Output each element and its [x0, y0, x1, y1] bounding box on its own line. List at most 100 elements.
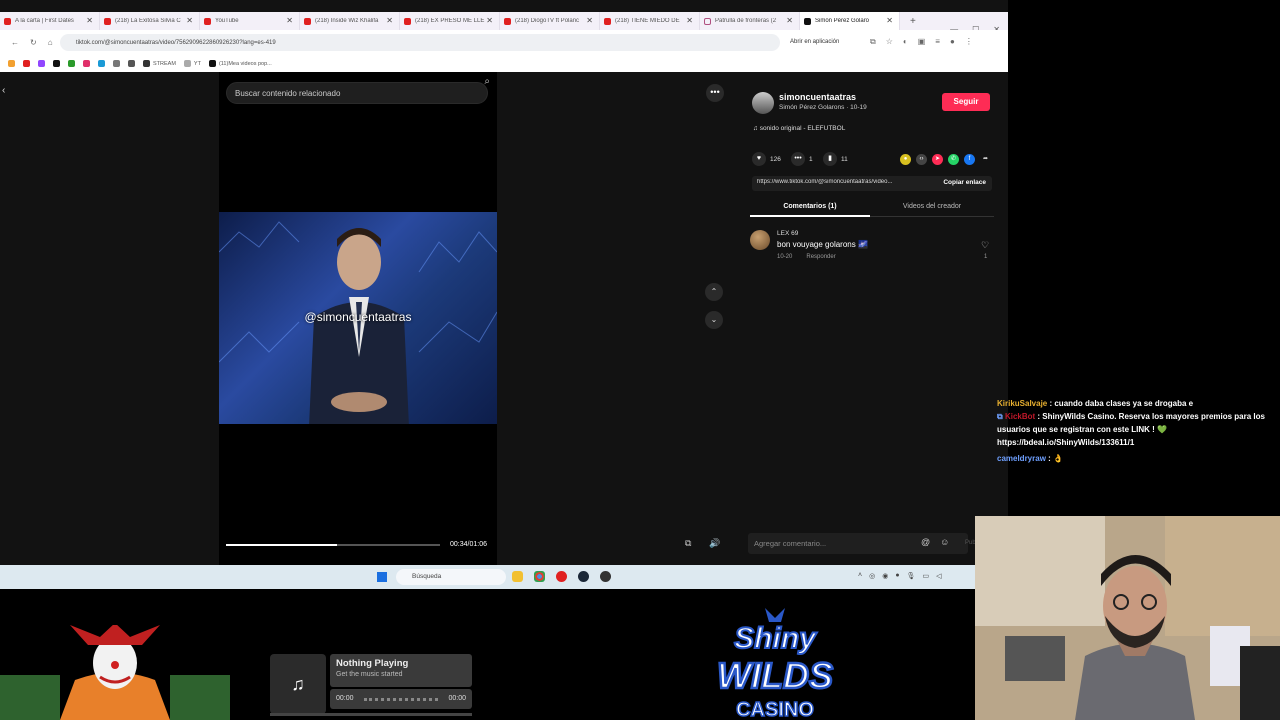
tab-creator-videos[interactable]: Videos del creador — [872, 198, 992, 217]
sound-link[interactable]: ♫ sonido original - ELEFUTBOL — [753, 125, 845, 132]
browser-tab[interactable]: (218) DiogoTV ft Polanc ✕ — [500, 12, 600, 30]
video-time: 00:34/01:06 — [450, 541, 487, 548]
close-icon[interactable]: ✕ — [686, 16, 693, 25]
obs-icon[interactable] — [600, 571, 611, 582]
related-search-input[interactable]: Buscar contenido relacionado — [226, 82, 488, 104]
bookmark-item[interactable]: (11)Mea videos pop... — [208, 60, 272, 67]
more-options-button[interactable]: ••• — [706, 84, 724, 102]
steam-icon[interactable] — [578, 571, 589, 582]
browser-tab[interactable]: (218) EX PRESO ME LLE ✕ — [400, 12, 500, 30]
tray-app-icon[interactable]: ● — [895, 572, 899, 580]
pip-icon[interactable]: ⧉ — [685, 538, 691, 549]
profile-icon[interactable]: ● — [950, 37, 955, 47]
bookmark-item[interactable] — [38, 60, 45, 67]
volume-icon[interactable]: 🔊 — [709, 538, 720, 549]
bookmark-item[interactable] — [128, 60, 135, 67]
save-stat[interactable]: ▮ 11 — [823, 152, 848, 166]
close-icon[interactable]: ✕ — [786, 16, 793, 25]
browser-tab[interactable]: Patrulla de fronteras (2 ✕ — [700, 12, 800, 30]
reply-button[interactable]: Responder — [806, 254, 835, 260]
browser-tab[interactable]: (218) Inside Wiz Khalifa ✕ — [300, 12, 400, 30]
extension-icon[interactable]: ◐ — [903, 37, 908, 47]
creator-handle[interactable]: simoncuentaatras — [779, 92, 856, 102]
comment-stat[interactable]: ••• 1 — [791, 152, 813, 166]
whatsapp-icon[interactable]: ✆ — [948, 154, 959, 165]
video-progress-bar[interactable] — [226, 544, 440, 546]
facebook-icon[interactable]: f — [964, 154, 975, 165]
windows-start-icon[interactable] — [377, 572, 387, 582]
volume-icon[interactable]: ◁ — [936, 572, 941, 580]
taskbar-search[interactable]: Búsqueda — [396, 569, 506, 585]
bookmark-item[interactable] — [98, 60, 105, 67]
bookmark-item[interactable] — [8, 60, 15, 67]
bookmark-item[interactable] — [23, 60, 30, 67]
share-icon[interactable]: ➦ — [980, 154, 991, 165]
embed-icon[interactable]: ‹› — [916, 154, 927, 165]
browser-toolbar-icons: ⧉ ☆ ◐ ▣ ≡ ● ⋮ — [870, 37, 973, 47]
video-frame[interactable]: @simoncuentaatras — [219, 212, 497, 424]
youtube-icon — [204, 17, 211, 25]
close-icon[interactable]: ✕ — [186, 16, 193, 25]
browser-tab-active[interactable]: Simón Pérez Golaro ✕ — [800, 12, 900, 30]
close-icon[interactable]: ✕ — [586, 16, 593, 25]
new-tab-button[interactable]: + — [910, 16, 916, 27]
media-app-icon[interactable] — [556, 571, 567, 582]
chrome-icon[interactable] — [534, 571, 545, 582]
bookmark-item[interactable] — [68, 60, 75, 67]
browser-tab[interactable]: (218) La Exitosa Silvia C ✕ — [100, 12, 200, 30]
puzzle-icon[interactable]: ▣ — [918, 37, 926, 47]
close-icon[interactable]: ✕ — [86, 16, 93, 25]
home-icon[interactable]: ⌂ — [48, 38, 53, 47]
back-arrow-icon[interactable]: ‹ — [2, 85, 5, 96]
page-icon — [704, 17, 711, 25]
comment-username[interactable]: LEX 69 — [777, 230, 798, 237]
url-field[interactable]: tiktok.com/@simoncuentaatras/video/75629… — [60, 34, 780, 51]
heart-icon: ♥ — [752, 152, 766, 166]
browser-tab[interactable]: A la carta | First Dates ✕ — [0, 12, 100, 30]
send-icon[interactable]: ➤ — [932, 154, 943, 165]
tray-app-icon[interactable]: ◉ — [882, 572, 888, 580]
coin-icon[interactable]: ● — [900, 154, 911, 165]
browser-tab[interactable]: YouTube ✕ — [200, 12, 300, 30]
emoji-icon[interactable]: ☺ — [940, 537, 949, 547]
kebab-menu-icon[interactable]: ⋮ — [965, 37, 973, 47]
tab-comments[interactable]: Comentarios (1) — [750, 198, 870, 217]
search-icon[interactable]: ⌕ — [484, 76, 490, 87]
microphone-icon[interactable]: 🎙 — [907, 572, 916, 580]
youtube-icon — [604, 17, 611, 25]
next-video-button[interactable]: ⌄ — [705, 311, 723, 329]
close-icon[interactable]: ✕ — [286, 16, 293, 25]
copy-link-button[interactable]: Copiar enlace — [943, 179, 986, 186]
reload-icon[interactable]: ↻ — [30, 38, 37, 47]
youtube-icon — [104, 17, 111, 25]
previous-video-button[interactable]: ⌃ — [705, 283, 723, 301]
creator-subtitle: Simón Pérez Golarons · 10-19 — [779, 104, 867, 111]
network-icon[interactable]: ▭ — [922, 572, 929, 580]
bookmark-item[interactable] — [113, 60, 120, 67]
menu-icon[interactable]: ≡ — [935, 37, 940, 47]
comment-meta: 10-20 Responder — [777, 254, 836, 260]
close-icon[interactable]: ✕ — [386, 16, 393, 25]
like-stat[interactable]: ♥ 126 — [752, 152, 781, 166]
comment-avatar[interactable] — [750, 230, 770, 250]
bookmark-icon: ▮ — [823, 152, 837, 166]
mention-icon[interactable]: @ — [921, 537, 930, 547]
file-explorer-icon[interactable] — [512, 571, 523, 582]
bookmark-item[interactable]: STREAM — [143, 60, 176, 67]
translate-icon[interactable]: ⧉ — [870, 37, 876, 47]
browser-tab[interactable]: (218) TIENE MIEDO DE ✕ — [600, 12, 700, 30]
back-icon[interactable]: ← — [11, 38, 19, 47]
open-in-app-button[interactable]: Abrir en aplicación — [790, 39, 839, 45]
close-icon[interactable]: ✕ — [486, 16, 493, 25]
star-icon[interactable]: ☆ — [886, 37, 893, 47]
heart-outline-icon[interactable]: ♡ — [981, 240, 989, 251]
chat-username: cameldryraw — [997, 454, 1046, 463]
tray-app-icon[interactable]: ◎ — [869, 572, 875, 580]
bookmark-item[interactable] — [53, 60, 60, 67]
chevron-up-icon[interactable]: ˄ — [858, 572, 862, 580]
avatar[interactable] — [752, 92, 774, 114]
follow-button[interactable]: Seguir — [942, 93, 990, 111]
close-icon[interactable]: ✕ — [886, 16, 893, 25]
bookmark-item[interactable] — [83, 60, 90, 67]
bookmark-folder[interactable]: YT — [183, 60, 201, 67]
